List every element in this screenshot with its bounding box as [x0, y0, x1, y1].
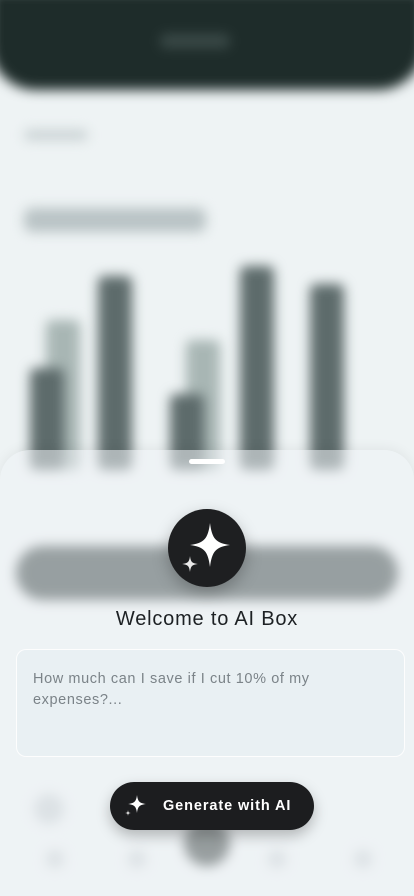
- bg-header-title: [160, 34, 230, 48]
- bg-bar: [310, 284, 344, 470]
- ai-badge: [168, 509, 246, 587]
- bg-text: [24, 130, 88, 140]
- generate-button-label: Generate with AI: [163, 798, 292, 814]
- bg-bar: [240, 266, 274, 470]
- sheet-drag-handle[interactable]: [189, 459, 225, 464]
- prompt-box[interactable]: [16, 649, 405, 757]
- prompt-input[interactable]: [33, 669, 388, 729]
- sparkle-icon: [182, 523, 230, 572]
- welcome-title: Welcome to AI Box: [115, 608, 299, 630]
- bg-bar: [98, 276, 132, 470]
- bg-heading: [24, 208, 206, 232]
- sparkle-icon: [125, 795, 146, 816]
- generate-with-ai-button[interactable]: Generate with AI: [110, 782, 314, 830]
- bg-header: [0, 0, 414, 90]
- ai-box-sheet: Welcome to AI Box Generate with AI: [0, 450, 414, 896]
